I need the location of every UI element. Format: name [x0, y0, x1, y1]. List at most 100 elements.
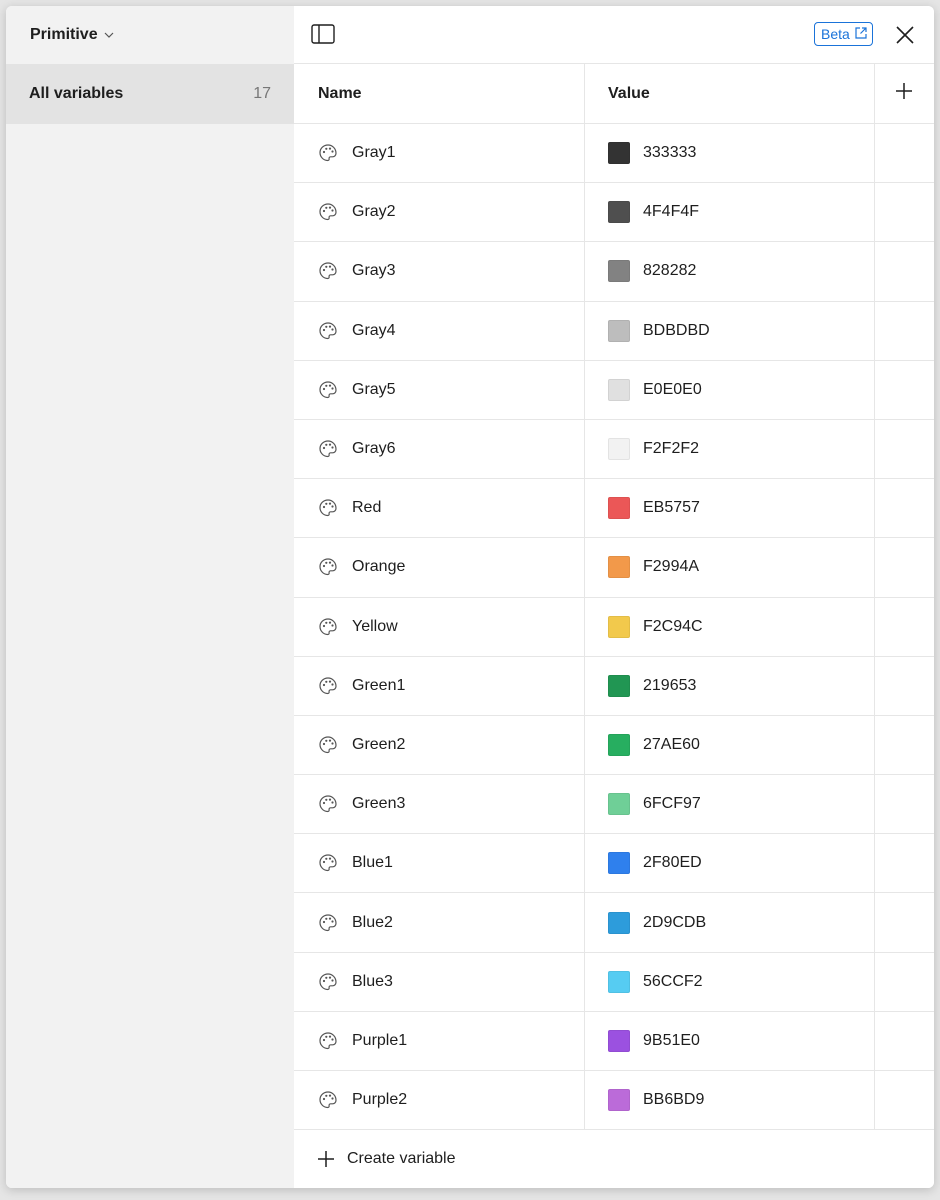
- palette-icon: [318, 202, 338, 222]
- color-swatch[interactable]: [608, 556, 630, 579]
- variable-value: 2D9CDB: [643, 913, 707, 931]
- color-swatch[interactable]: [608, 970, 630, 993]
- variable-name-cell[interactable]: Blue2: [294, 893, 584, 951]
- variable-name-cell[interactable]: Green1: [294, 657, 584, 715]
- variable-value: 219653: [643, 676, 697, 694]
- row-extra-cell: [874, 775, 934, 833]
- variable-name: Orange: [352, 558, 406, 576]
- palette-icon: [318, 794, 338, 814]
- variable-name: Green3: [352, 795, 406, 813]
- variable-value-cell[interactable]: F2994A: [584, 538, 874, 596]
- color-swatch[interactable]: [608, 852, 630, 875]
- variable-name-cell[interactable]: Yellow: [294, 598, 584, 656]
- variable-name: Gray5: [352, 380, 396, 398]
- variable-name-cell[interactable]: Purple1: [294, 1012, 584, 1070]
- variable-value: 9B51E0: [643, 1031, 700, 1049]
- variable-name: Green2: [352, 735, 406, 753]
- table-row: Purple1 9B51E0: [294, 1012, 934, 1071]
- variable-value-cell[interactable]: 828282: [584, 242, 874, 300]
- row-extra-cell: [874, 302, 934, 360]
- table-row: Gray4 BDBDBD: [294, 302, 934, 361]
- color-swatch[interactable]: [608, 142, 630, 165]
- variable-name-cell[interactable]: Gray4: [294, 302, 584, 360]
- row-extra-cell: [874, 479, 934, 537]
- add-column-button[interactable]: [874, 64, 934, 123]
- create-variable-label: Create variable: [347, 1150, 456, 1167]
- variable-name-cell[interactable]: Purple2: [294, 1071, 584, 1129]
- collection-dropdown[interactable]: Primitive: [6, 6, 294, 64]
- beta-label: Beta: [821, 26, 850, 42]
- external-link-icon: [850, 26, 867, 42]
- variable-value: 333333: [643, 144, 697, 162]
- variable-name: Gray1: [352, 144, 396, 162]
- variable-value: F2994A: [643, 558, 700, 576]
- variable-value: E0E0E0: [643, 380, 702, 398]
- beta-badge-link[interactable]: Beta: [814, 22, 873, 46]
- close-icon[interactable]: [894, 24, 916, 46]
- row-extra-cell: [874, 657, 934, 715]
- color-swatch[interactable]: [608, 319, 630, 342]
- variable-value-cell[interactable]: F2F2F2: [584, 420, 874, 478]
- variable-name-cell[interactable]: Green2: [294, 716, 584, 774]
- variable-value-cell[interactable]: 27AE60: [584, 716, 874, 774]
- table-row: Gray2 4F4F4F: [294, 183, 934, 243]
- variable-value-cell[interactable]: 6FCF97: [584, 775, 874, 833]
- variable-name-cell[interactable]: Gray2: [294, 183, 584, 241]
- variable-value-cell[interactable]: 2D9CDB: [584, 893, 874, 951]
- row-extra-cell: [874, 716, 934, 774]
- table-row: Green3 6FCF97: [294, 775, 934, 835]
- variable-value-cell[interactable]: E0E0E0: [584, 361, 874, 419]
- variable-value-cell[interactable]: 56CCF2: [584, 953, 874, 1011]
- table-row: Red EB5757: [294, 479, 934, 539]
- variable-name-cell[interactable]: Gray6: [294, 420, 584, 478]
- variable-name: Purple1: [352, 1031, 408, 1049]
- variable-name-cell[interactable]: Gray3: [294, 242, 584, 300]
- row-extra-cell: [874, 361, 934, 419]
- sidebar-item-all-variables[interactable]: All variables 17: [6, 64, 294, 124]
- variable-value: EB5757: [643, 499, 700, 517]
- palette-icon: [318, 261, 338, 281]
- variable-value-cell[interactable]: 9B51E0: [584, 1012, 874, 1070]
- color-swatch[interactable]: [608, 793, 630, 816]
- palette-icon: [318, 853, 338, 873]
- variable-value-cell[interactable]: F2C94C: [584, 598, 874, 656]
- variable-name-cell[interactable]: Red: [294, 479, 584, 537]
- variable-name-cell[interactable]: Blue3: [294, 953, 584, 1011]
- color-swatch[interactable]: [608, 438, 630, 461]
- variable-name-cell[interactable]: Gray5: [294, 361, 584, 419]
- variable-value: BDBDBD: [643, 321, 710, 339]
- variable-name: Yellow: [352, 617, 398, 635]
- color-swatch[interactable]: [608, 1089, 630, 1112]
- variable-name-cell[interactable]: Blue1: [294, 834, 584, 892]
- table-row: Gray6 F2F2F2: [294, 420, 934, 480]
- color-swatch[interactable]: [608, 378, 630, 401]
- color-swatch[interactable]: [608, 201, 630, 224]
- variable-value-cell[interactable]: BDBDBD: [584, 302, 874, 360]
- variable-value-cell[interactable]: EB5757: [584, 479, 874, 537]
- variable-value-cell[interactable]: 4F4F4F: [584, 183, 874, 241]
- variable-value-cell[interactable]: 219653: [584, 657, 874, 715]
- create-variable-button[interactable]: Create variable: [294, 1130, 934, 1188]
- variable-value-cell[interactable]: BB6BD9: [584, 1071, 874, 1129]
- palette-icon: [318, 380, 338, 400]
- column-divider: [584, 64, 585, 1130]
- color-swatch[interactable]: [608, 497, 630, 520]
- palette-icon: [318, 617, 338, 637]
- variable-name-cell[interactable]: Gray1: [294, 124, 584, 182]
- table-row: Blue3 56CCF2: [294, 953, 934, 1012]
- column-header-name: Name: [318, 84, 362, 102]
- variable-name-cell[interactable]: Green3: [294, 775, 584, 833]
- row-extra-cell: [874, 598, 934, 656]
- color-swatch[interactable]: [608, 674, 630, 697]
- color-swatch[interactable]: [608, 260, 630, 283]
- variable-name-cell[interactable]: Orange: [294, 538, 584, 596]
- sidebar-item-label: All variables: [29, 85, 124, 102]
- table-row: Green2 27AE60: [294, 716, 934, 776]
- variable-value-cell[interactable]: 2F80ED: [584, 834, 874, 892]
- color-swatch[interactable]: [608, 733, 630, 756]
- variable-value-cell[interactable]: 333333: [584, 124, 874, 182]
- color-swatch[interactable]: [608, 615, 630, 638]
- color-swatch[interactable]: [608, 911, 630, 934]
- color-swatch[interactable]: [608, 1029, 630, 1052]
- sidebar-toggle-icon[interactable]: [311, 24, 335, 46]
